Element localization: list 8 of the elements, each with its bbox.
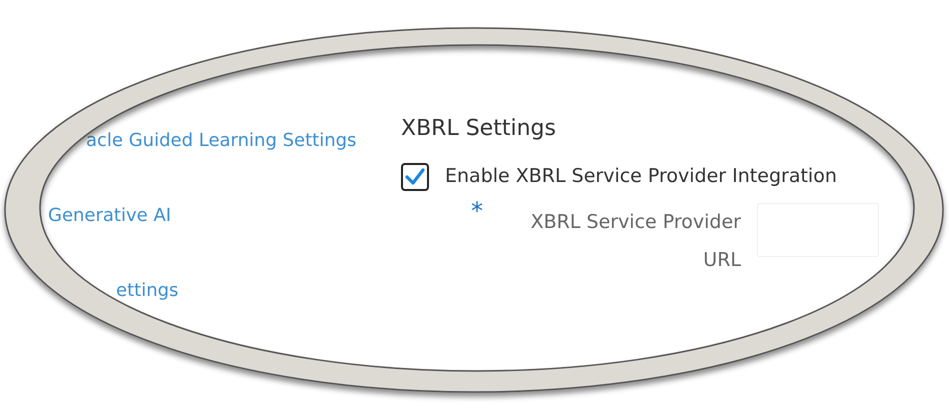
checkbox[interactable] — [401, 162, 429, 191]
section-title: XBRL Settings — [401, 116, 557, 142]
required-mark: * — [471, 198, 483, 223]
sidebar-link[interactable]: ettings — [116, 280, 178, 301]
field-label: XBRL Service Provider URL — [530, 210, 741, 273]
checkbox-label: Enable XBRL Service Provider Integration — [445, 164, 837, 190]
sidebar-link[interactable]: Generative AI — [48, 205, 172, 226]
sidebar-link[interactable]: acle Guided Learning Settings — [86, 130, 356, 151]
